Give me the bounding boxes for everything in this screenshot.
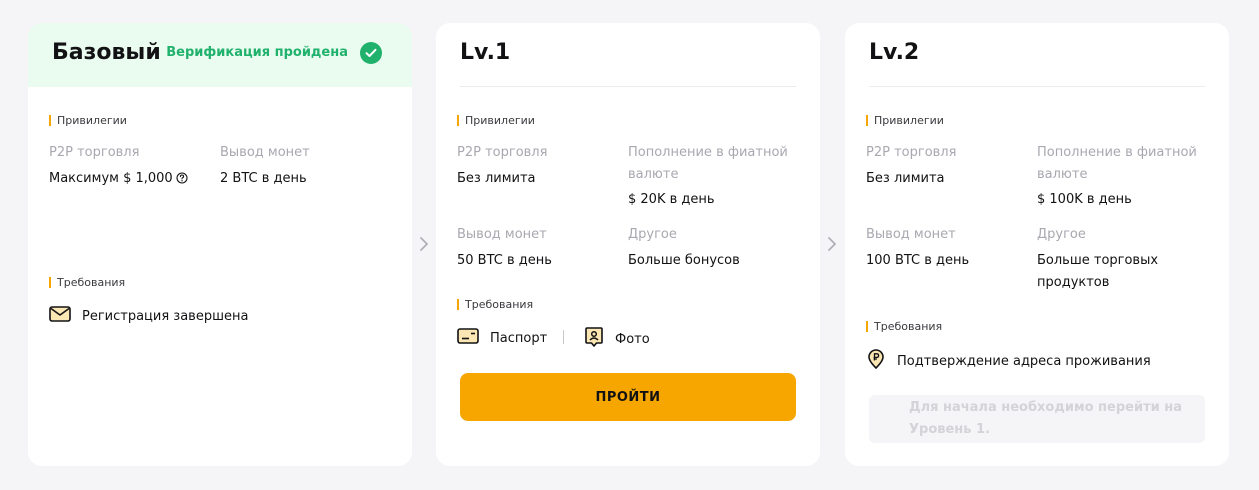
privileges-label: Привилегии xyxy=(457,115,535,126)
card-header: Lv.2 xyxy=(845,23,1229,87)
verification-status: Верификация пройдена xyxy=(166,45,348,60)
level-card-lv2: Lv.2 Привилегии P2P торговля Без лимита … xyxy=(845,23,1229,466)
privileges-label: Привилегии xyxy=(866,115,944,126)
divider xyxy=(563,330,564,344)
requirement-item: Подтверждение адреса проживания xyxy=(866,348,1151,374)
requirements-label: Требования xyxy=(49,277,125,288)
requirement-item: Фото xyxy=(584,326,650,352)
privilege-label: Пополнение в фиатной валюте xyxy=(628,145,788,182)
privilege-value: Больше торговых продуктов xyxy=(1037,253,1159,290)
privilege-value: 2 BTC в день xyxy=(220,171,307,186)
privilege-value: Без лимита xyxy=(457,171,536,186)
privilege-value: 50 BTC в день xyxy=(457,253,552,268)
privilege-value: $ 20K в день xyxy=(628,192,715,207)
check-circle-icon xyxy=(360,42,382,64)
privileges-label: Привилегии xyxy=(49,115,127,126)
privilege-label: Другое xyxy=(628,227,677,242)
privilege-label: P2P торговля xyxy=(866,145,957,160)
requirement-text: Подтверждение адреса проживания xyxy=(897,353,1151,369)
card-title: Lv.1 xyxy=(460,40,511,65)
requirement-text: Фото xyxy=(615,331,650,347)
privilege-label: P2P торговля xyxy=(49,145,140,160)
privilege-label: Вывод монет xyxy=(220,145,310,160)
requirement-item: Регистрация завершена xyxy=(49,306,248,326)
requirement-text: Регистрация завершена xyxy=(82,308,249,324)
requirement-text: Паспорт xyxy=(490,330,548,346)
privilege-value: $ 100K в день xyxy=(1037,192,1132,207)
privilege-value: Максимум $ 1,000 xyxy=(49,168,188,192)
privilege-value-text: Максимум $ 1,000 xyxy=(49,171,173,186)
card-title: Lv.2 xyxy=(869,40,920,65)
header-divider xyxy=(869,86,1205,87)
privilege-value: 100 BTC в день xyxy=(866,253,970,268)
question-circle-icon[interactable] xyxy=(176,170,188,192)
start-verification-button[interactable]: ПРОЙТИ xyxy=(460,373,796,421)
requirements-label: Требования xyxy=(866,321,942,332)
privilege-label: Другое xyxy=(1037,227,1086,242)
level-card-lv1: Lv.1 Привилегии P2P торговля Без лимита … xyxy=(436,23,820,466)
level-card-basic: Базовый Верификация пройдена Привилегии … xyxy=(28,23,412,466)
privilege-value: Без лимита xyxy=(866,171,945,186)
chevron-right-icon xyxy=(826,236,838,252)
prerequisite-note: Для начала необходимо перейти на Уровень… xyxy=(869,395,1205,443)
id-card-icon xyxy=(457,328,490,348)
privilege-value: Больше бонусов xyxy=(628,253,740,268)
privilege-label: Вывод монет xyxy=(457,227,547,242)
card-header: Базовый Верификация пройдена xyxy=(28,23,412,87)
requirements-label: Требования xyxy=(457,299,533,310)
privilege-label: P2P торговля xyxy=(457,145,548,160)
kyc-levels: Базовый Верификация пройдена Привилегии … xyxy=(0,0,1259,490)
card-header: Lv.1 xyxy=(436,23,820,87)
privilege-label: Вывод монет xyxy=(866,227,956,242)
privilege-label: Пополнение в фиатной валюте xyxy=(1037,145,1197,182)
location-pin-icon xyxy=(866,348,897,374)
header-divider xyxy=(460,86,796,87)
chevron-right-icon xyxy=(418,236,430,252)
photo-portrait-icon xyxy=(584,326,615,352)
requirement-item: Паспорт xyxy=(457,328,547,348)
card-title: Базовый xyxy=(52,40,161,65)
envelope-icon xyxy=(49,306,82,326)
